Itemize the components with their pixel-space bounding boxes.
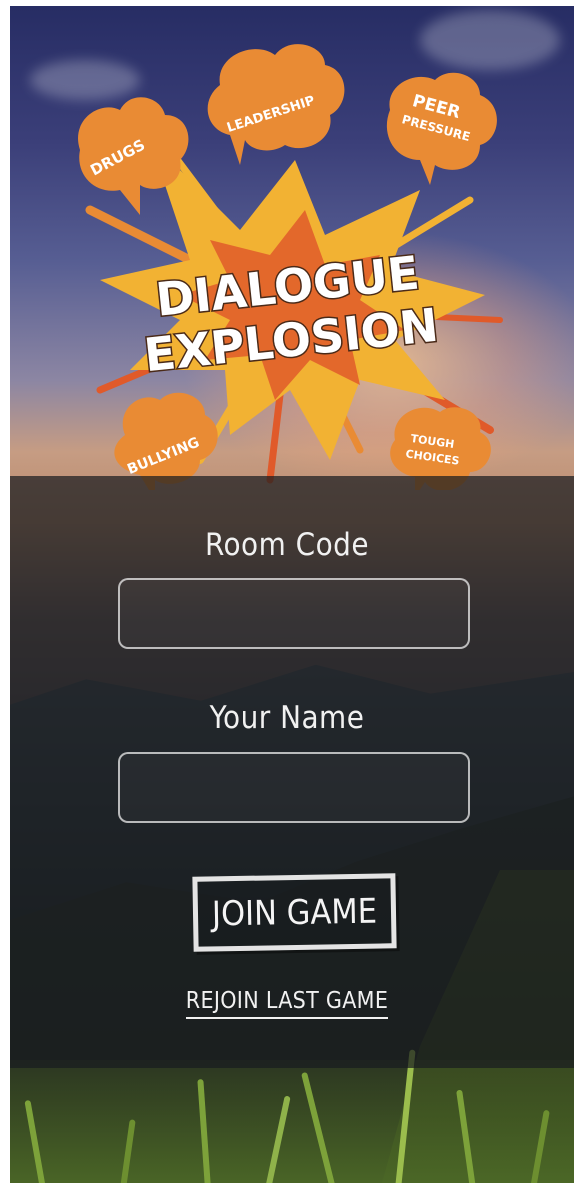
- app-screen: DIALOGUE EXPLOSION DRUGS LEADERSHIP PEER…: [0, 0, 574, 1189]
- speech-bubble-leadership: LEADERSHIP: [207, 44, 345, 166]
- frame-edge: [0, 1183, 574, 1189]
- join-game-button[interactable]: JOIN GAME: [192, 873, 397, 952]
- rejoin-container: REJOIN LAST GAME: [0, 988, 574, 1019]
- your-name-input[interactable]: [118, 752, 470, 823]
- your-name-label: Your Name: [209, 700, 365, 736]
- room-code-input[interactable]: [118, 578, 470, 649]
- frame-edge: [0, 0, 574, 6]
- rejoin-last-game-link[interactable]: REJOIN LAST GAME: [185, 988, 389, 1019]
- frame-edge: [0, 0, 10, 1189]
- grass-foreground: [0, 1049, 574, 1189]
- dialogue-explosion-logo: DIALOGUE EXPLOSION DRUGS LEADERSHIP PEER…: [78, 44, 503, 490]
- speech-bubble-peer-pressure: PEER PRESSURE: [386, 72, 497, 185]
- room-code-label: Room Code: [204, 527, 370, 563]
